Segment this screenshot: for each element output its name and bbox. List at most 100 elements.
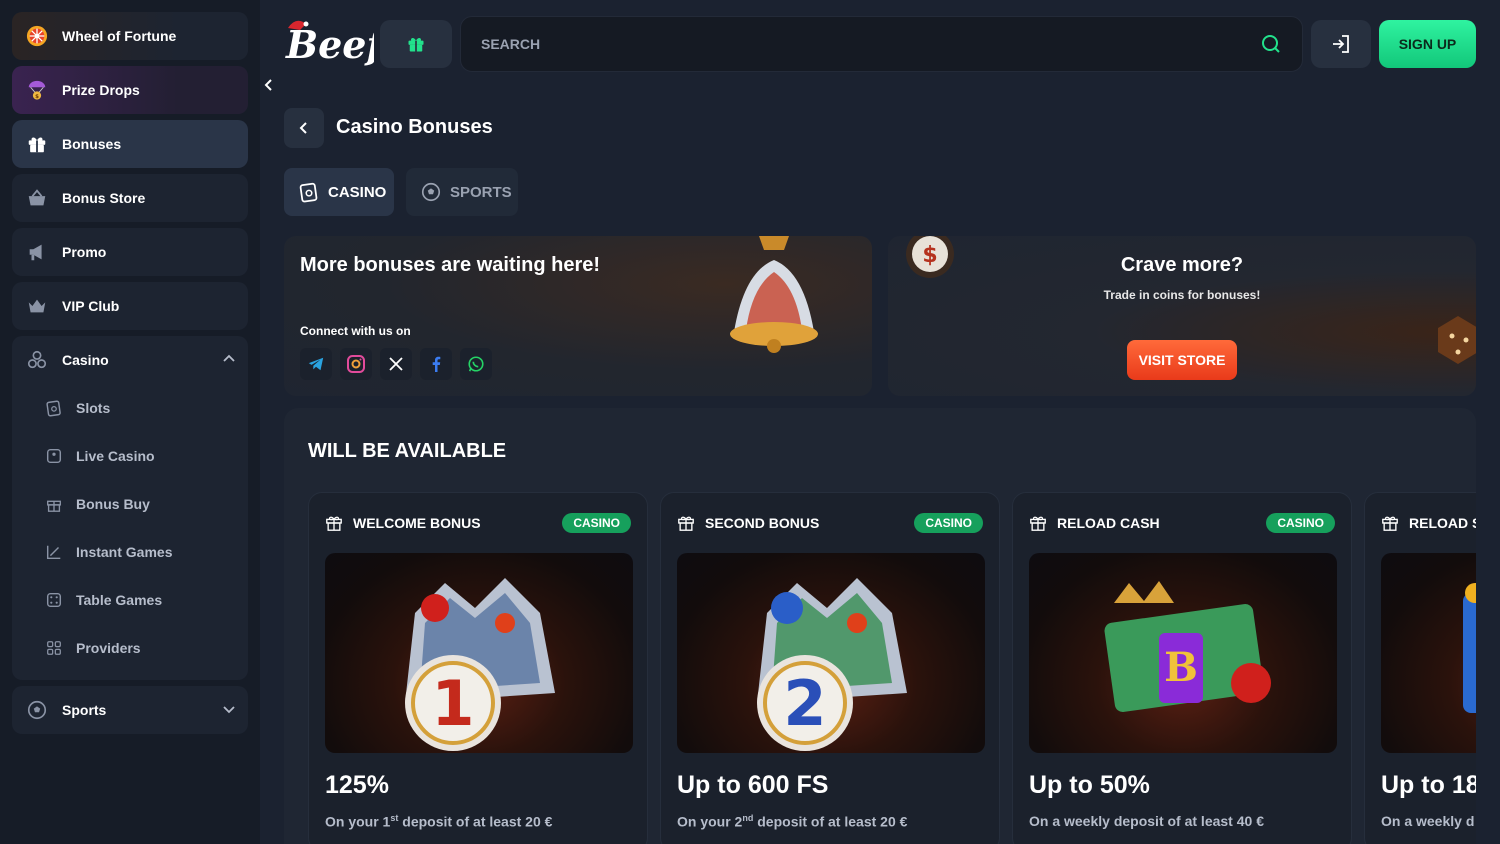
gift-outline-icon [44, 494, 64, 514]
telegram-link[interactable] [300, 348, 332, 380]
sidebar-subitem-instant-games[interactable]: Instant Games [12, 528, 248, 576]
visit-store-button[interactable]: VISIT STORE [1127, 340, 1237, 380]
instagram-icon [347, 355, 365, 373]
social-links [300, 348, 492, 380]
sidebar-item-casino[interactable]: Casino [12, 336, 248, 384]
x-icon [389, 357, 403, 371]
sidebar-subitem-label: Slots [76, 400, 111, 416]
megaphone-icon [24, 239, 50, 265]
bonus-card[interactable]: SECOND BONUS CASINO 2 Up to 600 FS On yo… [660, 492, 1000, 844]
bell-icon [730, 236, 818, 353]
sidebar-item-label: Bonus Store [62, 190, 146, 206]
chevron-down-icon[interactable] [222, 702, 236, 719]
sidebar-item-label: VIP Club [62, 298, 120, 314]
bonus-amount: Up to 600 FS [677, 771, 829, 799]
card-header: WELCOME BONUS CASINO [325, 513, 631, 533]
sidebar-subitem-table-games[interactable]: Table Games [12, 576, 248, 624]
gift-outline-icon [326, 516, 342, 531]
sidebar-item-prize-drops[interactable]: $ Prize Drops [12, 66, 248, 114]
crown-icon [1114, 581, 1174, 603]
bonus-card[interactable]: WELCOME BONUS CASINO 1 125% On your 1st … [308, 492, 648, 844]
search-icon[interactable] [1260, 33, 1282, 55]
casino-badge: CASINO [1266, 513, 1335, 533]
bonus-description: On a weekly deposit of at least 40 € [1029, 813, 1264, 829]
social-banner: More bonuses are waiting here! Connect w… [284, 236, 872, 396]
basket-icon [24, 185, 50, 211]
svg-text:2: 2 [783, 667, 826, 740]
whatsapp-link[interactable] [460, 348, 492, 380]
page-title: Casino Bonuses [336, 116, 493, 138]
sidebar-item-bonus-store[interactable]: Bonus Store [12, 174, 248, 222]
crown-icon [24, 293, 50, 319]
chart-line-icon [44, 542, 64, 562]
gift-icon [24, 131, 50, 157]
bonus-artwork: 1 [325, 553, 633, 753]
sidebar-subitem-providers[interactable]: Providers [12, 624, 248, 672]
dice-icon [1438, 316, 1476, 364]
sidebar-item-bonuses[interactable]: Bonuses [12, 120, 248, 168]
wheel-icon [24, 23, 50, 49]
store-banner: $ Crave more? Trade in coins for bonuses… [888, 236, 1476, 396]
facebook-icon [432, 356, 441, 372]
card-title: WELCOME BONUS [353, 515, 481, 531]
x-link[interactable] [380, 348, 412, 380]
svg-text:1: 1 [431, 667, 474, 740]
card-header: SECOND BONUS CASINO [677, 513, 983, 533]
slots-icon [44, 398, 64, 418]
prize-drop-icon: $ [24, 77, 50, 103]
card-header: RELOAD S [1381, 513, 1476, 533]
chevron-up-icon[interactable] [222, 352, 236, 369]
bonus-card[interactable]: RELOAD S Up to 18( On a weekly d [1364, 492, 1476, 844]
sidebar-collapse-button[interactable] [258, 74, 280, 96]
sidebar: Wheel of Fortune $ Prize Drops Bonuses B… [0, 0, 260, 844]
banner-subtitle: Trade in coins for bonuses! [1103, 288, 1261, 302]
cherry-icon [1231, 663, 1271, 703]
banner-title: Crave more? [1120, 254, 1244, 276]
sidebar-item-label: Promo [62, 244, 107, 260]
bonus-artwork: B [1029, 553, 1337, 753]
telegram-icon [308, 357, 324, 371]
card-title: SECOND BONUS [705, 515, 820, 531]
sidebar-item-sports[interactable]: Sports [12, 686, 248, 734]
sidebar-item-vip-club[interactable]: VIP Club [12, 282, 248, 330]
search-input[interactable] [481, 36, 1260, 52]
search-bar [460, 16, 1303, 72]
banner-title: More bonuses are waiting here! [300, 254, 601, 276]
card-title: RELOAD CASH [1057, 515, 1160, 531]
whatsapp-icon [468, 356, 484, 372]
live-casino-icon [44, 446, 64, 466]
bonus-card[interactable]: RELOAD CASH CASINO B Up to 50% On a week… [1012, 492, 1352, 844]
sidebar-item-label: Wheel of Fortune [62, 28, 177, 44]
sidebar-subitem-label: Providers [76, 640, 141, 656]
instagram-link[interactable] [340, 348, 372, 380]
svg-text:B: B [1164, 644, 1198, 691]
casino-badge: CASINO [562, 513, 631, 533]
sidebar-subitem-live-casino[interactable]: Live Casino [12, 432, 248, 480]
site-logo[interactable]: Beef [282, 14, 388, 68]
login-button[interactable] [1311, 20, 1371, 68]
gift-button[interactable] [380, 20, 452, 68]
chevron-left-icon [264, 79, 272, 91]
soccer-ball-icon [420, 181, 442, 203]
sidebar-item-wheel-of-fortune[interactable]: Wheel of Fortune [12, 12, 248, 60]
cherry-icon [421, 594, 449, 622]
facebook-link[interactable] [420, 348, 452, 380]
sidebar-subitem-slots[interactable]: Slots [12, 384, 248, 432]
tab-casino[interactable]: CASINO [284, 168, 394, 216]
sidebar-item-promo[interactable]: Promo [12, 228, 248, 276]
sign-up-button[interactable]: SIGN UP [1379, 20, 1476, 68]
back-button[interactable] [284, 108, 324, 148]
gift-outline-icon [1382, 516, 1398, 531]
available-bonuses-section: WILL BE AVAILABLE WELCOME BONUS CASINO 1… [284, 408, 1476, 844]
sidebar-subitem-label: Table Games [76, 592, 163, 608]
sidebar-subitem-bonus-buy[interactable]: Bonus Buy [12, 480, 248, 528]
gift-icon [408, 38, 424, 52]
casino-badge: CASINO [914, 513, 983, 533]
bonus-description: On your 1st deposit of at least 20 € [325, 813, 553, 830]
tab-sports[interactable]: SPORTS [406, 168, 518, 216]
card-title: RELOAD S [1409, 515, 1476, 531]
bonus-amount: Up to 50% [1029, 771, 1150, 799]
dice-icon [44, 590, 64, 610]
sidebar-subitem-label: Bonus Buy [76, 496, 150, 512]
soccer-ball-icon [24, 697, 50, 723]
